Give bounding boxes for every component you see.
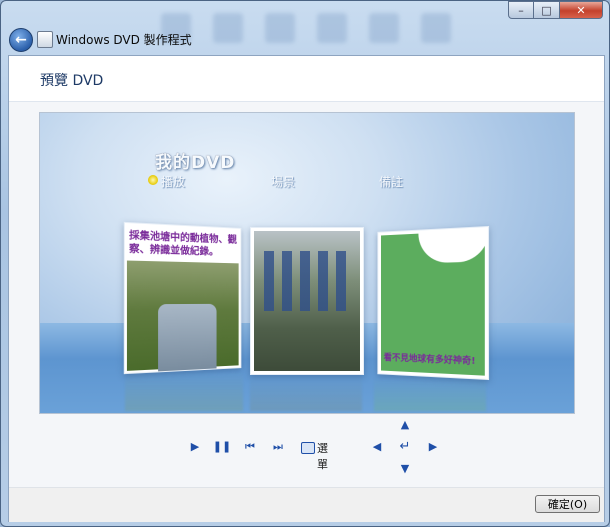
close-button[interactable]: ✕: [560, 1, 603, 19]
panel1-caption: 採集池塘中的動植物、觀察、辨識並做紀錄。: [129, 230, 237, 258]
menu-button-label[interactable]: 選單: [317, 440, 328, 472]
nav-right-icon[interactable]: ▶: [426, 440, 440, 454]
selection-star-icon: [148, 175, 158, 185]
photo-panel-3: 看不見地球有多好神奇!: [377, 225, 490, 381]
dvd-menu-item-scenes[interactable]: 場景: [271, 173, 295, 190]
next-chapter-icon[interactable]: ⏭: [271, 440, 285, 454]
header-band: 預覽 DVD: [9, 56, 604, 102]
dvd-maker-window: – □ ✕ ← Windows DVD 製作程式 預覽 DVD 我的DVD 播放…: [0, 0, 610, 527]
app-icon: [37, 31, 53, 48]
minimize-button[interactable]: –: [508, 1, 534, 19]
maximize-button[interactable]: □: [534, 1, 560, 19]
back-arrow-icon: ←: [15, 32, 27, 48]
dvd-menu-title: 我的DVD: [155, 153, 236, 173]
dvd-menu-item-notes[interactable]: 備註: [379, 173, 403, 190]
content-area: 預覽 DVD 我的DVD 播放 場景 備註 採集池塘中的動植物、觀察、辨識並做紀…: [8, 55, 605, 522]
blurred-background-toolbar: [161, 13, 461, 47]
nav-up-icon[interactable]: ▲: [398, 418, 412, 432]
pause-icon[interactable]: ❚❚: [213, 440, 231, 454]
ok-button[interactable]: 確定(O): [535, 495, 600, 513]
menu-icon[interactable]: [301, 442, 315, 454]
dvd-menu-item-play[interactable]: 播放: [161, 173, 185, 190]
students-photo: [254, 231, 360, 371]
nav-left-icon[interactable]: ◀: [370, 440, 384, 454]
caption-buttons: – □ ✕: [508, 1, 603, 19]
panel-reflection: [374, 377, 486, 411]
nav-enter-icon[interactable]: ↵: [398, 440, 412, 454]
window-title: Windows DVD 製作程式: [56, 33, 192, 47]
play-icon[interactable]: ▶: [188, 440, 202, 454]
dvd-preview-screen[interactable]: 我的DVD 播放 場景 備註 採集池塘中的動植物、觀察、辨識並做紀錄。 看不見地…: [39, 112, 575, 414]
pond-photo: [126, 260, 239, 375]
page-title: 預覽 DVD: [40, 73, 104, 89]
previous-chapter-icon[interactable]: ⏮: [243, 440, 257, 454]
nav-down-icon[interactable]: ▼: [398, 462, 412, 476]
panel-reflection: [250, 375, 362, 411]
footer-band: [9, 487, 604, 522]
photo-panel-2: [250, 227, 364, 375]
panel-reflection: [125, 371, 243, 411]
photo-panel-1: 採集池塘中的動植物、觀察、辨識並做紀錄。: [123, 221, 242, 375]
back-button[interactable]: ←: [9, 28, 33, 52]
